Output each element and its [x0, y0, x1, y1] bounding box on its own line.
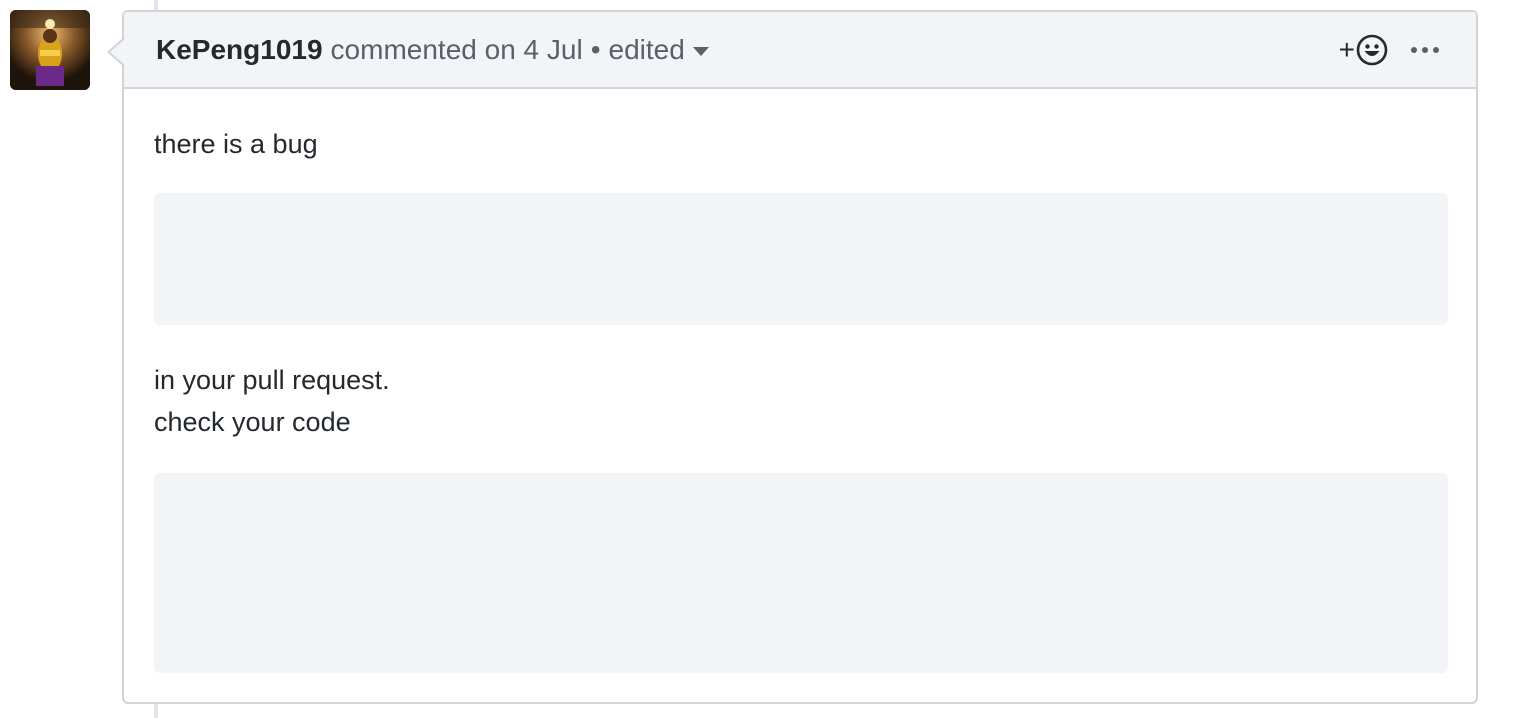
- more-options-button[interactable]: [1410, 45, 1440, 55]
- comment-actions: +: [1339, 34, 1440, 66]
- avatar-image: [10, 10, 90, 90]
- comment-header: KePeng1019 commented on 4 Jul • edited +: [124, 12, 1476, 89]
- edited-dropdown-label[interactable]: edited: [609, 34, 685, 66]
- avatar[interactable]: [10, 10, 90, 90]
- separator-dot: •: [590, 33, 601, 65]
- comment-card: KePeng1019 commented on 4 Jul • edited +: [107, 10, 1478, 704]
- comment-timestamp[interactable]: commented on 4 Jul: [331, 34, 583, 66]
- kebab-horizontal-icon: [1411, 47, 1439, 53]
- smiley-icon: [1356, 34, 1388, 66]
- code-block: [154, 473, 1448, 673]
- code-block: [154, 193, 1448, 325]
- triangle-down-icon[interactable]: [692, 47, 709, 56]
- comment-text-line: there is a bug: [154, 129, 318, 159]
- comment-body: there is a bug in your pull request. che…: [124, 89, 1476, 673]
- add-reaction-button[interactable]: +: [1339, 34, 1388, 66]
- comment-author-link[interactable]: KePeng1019: [156, 34, 323, 66]
- comment-text-line: in your pull request.: [154, 365, 390, 395]
- plus-label: +: [1338, 34, 1355, 65]
- comment-text-line: check your code: [154, 407, 351, 437]
